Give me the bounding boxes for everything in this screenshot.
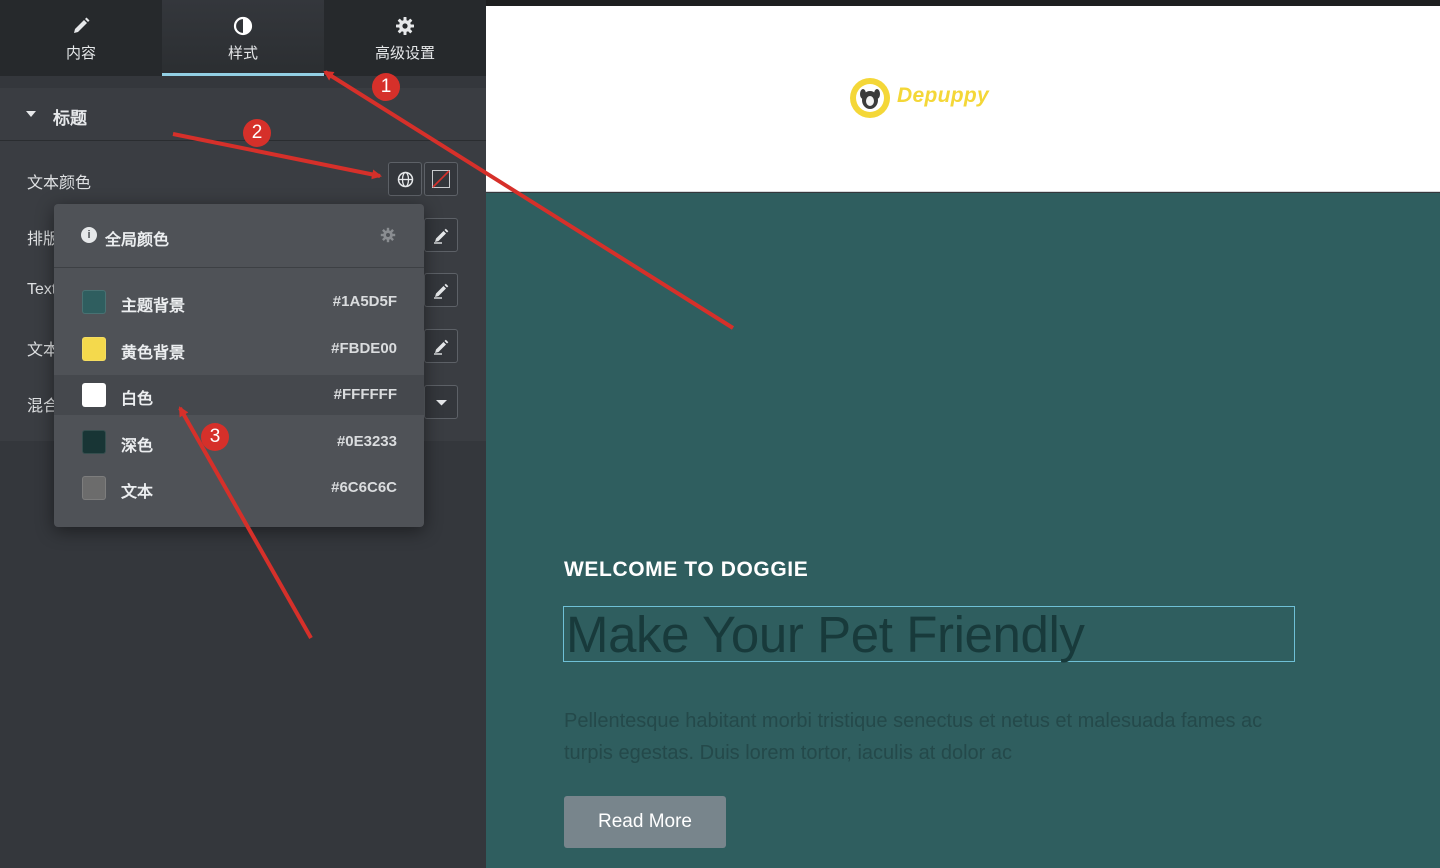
- tab-content[interactable]: 内容: [0, 0, 162, 76]
- global-color-item[interactable]: 主题背景 #1A5D5F: [54, 282, 424, 322]
- selected-heading-widget[interactable]: Make Your Pet Friendly: [563, 606, 1295, 662]
- tab-style-label: 样式: [227, 45, 258, 62]
- hero-headline: Make Your Pet Friendly: [566, 606, 1085, 663]
- global-colors-popover: i 全局颜色 主题背景 #1A5D5F 黄色背景 #FBDE00 白色 #FFFFFF 深色…: [54, 204, 424, 527]
- text-shadow-edit-button[interactable]: [424, 273, 458, 307]
- annotation-badge-3: 3: [201, 423, 229, 451]
- contrast-icon: [233, 16, 253, 36]
- global-color-item[interactable]: 黄色背景 #FBDE00: [54, 329, 424, 369]
- pencil-icon: [434, 283, 449, 299]
- caret-down-icon: [26, 111, 36, 117]
- global-color-item[interactable]: 白色 #FFFFFF: [54, 375, 424, 415]
- logo-badge-icon[interactable]: [849, 77, 891, 119]
- hero-section: WELCOME TO DOGGIE Make Your Pet Friendly…: [486, 193, 1440, 868]
- logo-text[interactable]: Depuppy: [897, 84, 989, 108]
- popover-header: i 全局颜色: [54, 204, 424, 268]
- pencil-icon: [74, 17, 90, 33]
- global-color-item[interactable]: 文本 #6C6C6C: [54, 468, 424, 508]
- tab-advanced[interactable]: 高级设置: [324, 0, 486, 76]
- info-icon: i: [81, 227, 97, 243]
- color-hex: #0E3233: [336, 432, 397, 450]
- pencil-icon: [434, 339, 449, 355]
- tab-content-label: 内容: [65, 45, 96, 62]
- color-swatch: [82, 476, 106, 500]
- color-name: 白色: [121, 391, 154, 408]
- chevron-down-icon: [436, 400, 447, 406]
- popover-title: 全局颜色: [105, 232, 170, 249]
- gear-icon: [396, 17, 414, 35]
- color-swatch: [82, 383, 106, 407]
- color-hex: #FFFFFF: [333, 386, 397, 403]
- color-hex: #FBDE00: [331, 339, 397, 357]
- color-name: 黄色背景: [121, 344, 186, 362]
- color-name: 深色: [121, 437, 154, 455]
- pencil-icon: [434, 228, 449, 244]
- text-stroke-edit-button[interactable]: [424, 329, 458, 363]
- global-color-item[interactable]: 深色 #0E3233: [54, 422, 424, 462]
- text-shadow-label: Text: [27, 281, 57, 298]
- gear-icon[interactable]: [380, 227, 396, 243]
- color-swatch: [82, 290, 106, 314]
- annotation-badge-1: 1: [372, 73, 400, 101]
- color-picker-button[interactable]: [424, 162, 458, 196]
- color-swatch: [82, 336, 106, 361]
- blend-mode-select[interactable]: [424, 385, 458, 419]
- color-swatch: [82, 429, 106, 454]
- tab-style[interactable]: 样式: [162, 0, 324, 76]
- color-hex: #6C6C6C: [331, 479, 397, 496]
- section-title: 标题: [53, 109, 87, 128]
- annotation-badge-2: 2: [243, 119, 271, 147]
- hero-eyebrow[interactable]: WELCOME TO DOGGIE: [564, 558, 808, 582]
- global-color-button[interactable]: [388, 162, 422, 196]
- color-name: 主题背景: [121, 298, 186, 315]
- color-name: 文本: [121, 484, 154, 501]
- globe-icon: [397, 171, 414, 188]
- site-header: Depuppy: [486, 6, 1440, 192]
- panel-tabs: 内容 样式 高级设置: [0, 0, 486, 76]
- read-more-button[interactable]: Read More: [564, 796, 726, 848]
- no-color-icon: [432, 170, 450, 188]
- typography-edit-button[interactable]: [424, 218, 458, 252]
- hero-body-text[interactable]: Pellentesque habitant morbi tristique se…: [564, 705, 1314, 769]
- color-hex: #1A5D5F: [332, 293, 397, 310]
- tab-advanced-label: 高级设置: [374, 45, 435, 62]
- text-color-label: 文本颜色: [27, 175, 92, 192]
